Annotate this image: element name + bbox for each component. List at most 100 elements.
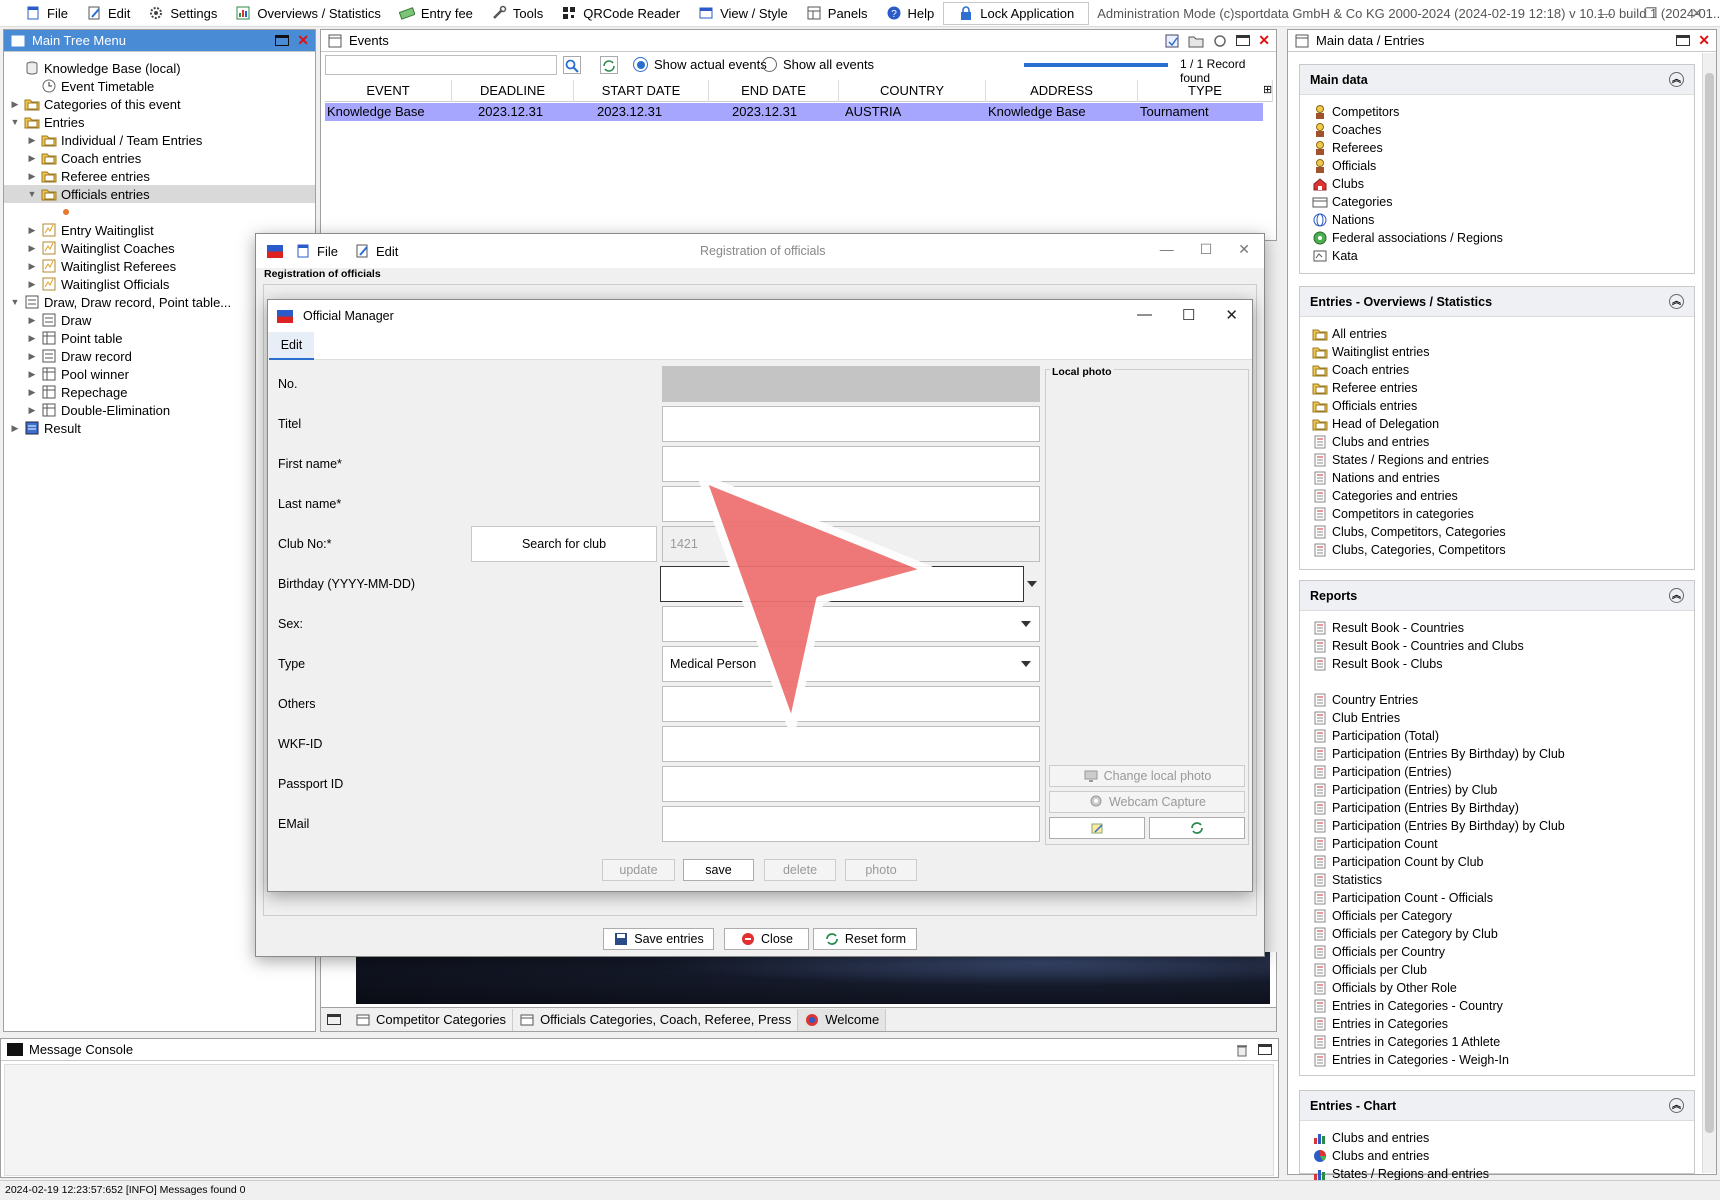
registration-close-button[interactable]: ✕	[1238, 241, 1250, 258]
tab-welcome[interactable]: Welcome	[798, 1008, 887, 1031]
tree-item[interactable]: ▶ Referee entries	[27, 167, 150, 185]
tab-edit[interactable]: Edit	[269, 332, 314, 360]
column-header[interactable]: END DATE	[709, 80, 839, 102]
maximize-console-icon[interactable]	[1258, 1044, 1272, 1055]
manager-maximize-button[interactable]: ☐	[1182, 306, 1195, 324]
expand-toggle-icon[interactable]: ▶	[27, 315, 37, 326]
section-header[interactable]: Entries - Chart ︽	[1300, 1091, 1694, 1121]
tree-item[interactable]: ▶ Draw	[27, 311, 92, 329]
list-item[interactable]: Participation (Entries By Birthday)	[1312, 799, 1519, 817]
photo-button[interactable]: photo	[845, 859, 917, 881]
section-header[interactable]: Main data ︽	[1300, 65, 1694, 95]
list-item[interactable]: Categories and entries	[1312, 487, 1458, 505]
close-events-icon[interactable]: ✕	[1258, 32, 1270, 49]
search-button[interactable]	[563, 56, 581, 74]
menu-panels[interactable]: Panels	[797, 0, 877, 27]
list-item[interactable]: States / Regions and entries	[1312, 451, 1489, 469]
list-item[interactable]: Entries in Categories 1 Athlete	[1312, 1033, 1500, 1051]
change-local-photo-button[interactable]: Change local photo	[1049, 765, 1245, 787]
list-item[interactable]: Officials	[1312, 157, 1376, 175]
list-item[interactable]: Participation Count	[1312, 835, 1438, 853]
tree-item[interactable]: ▼ Officials entries	[4, 185, 315, 203]
list-item[interactable]: Clubs	[1312, 175, 1364, 193]
expand-toggle-icon[interactable]: ▶	[27, 351, 37, 362]
tab-officials-categories[interactable]: Officials Categories, Coach, Referee, Pr…	[513, 1008, 799, 1031]
list-item[interactable]: Clubs and entries	[1312, 1147, 1429, 1165]
close-window-button[interactable]: ✕	[1674, 0, 1720, 27]
list-item[interactable]: Officials per Category	[1312, 907, 1452, 925]
dropdown-arrow-icon[interactable]	[1021, 661, 1031, 667]
tree-item[interactable]: ▶ Individual / Team Entries	[27, 131, 203, 149]
expand-toggle-icon[interactable]: ▶	[27, 243, 37, 254]
tree-item[interactable]: ▶ Categories of this event	[10, 95, 181, 113]
lock-application-button[interactable]: Lock Application	[943, 1, 1090, 25]
expand-toggle-icon[interactable]: ▶	[27, 369, 37, 380]
column-header[interactable]: EVENT	[325, 80, 452, 102]
menu-qrcode-reader[interactable]: QRCode Reader	[552, 0, 689, 27]
list-item[interactable]: Entries in Categories - Country	[1312, 997, 1503, 1015]
section-header[interactable]: Reports ︽	[1300, 581, 1694, 611]
column-chooser-icon[interactable]: ⊞	[1263, 83, 1272, 96]
tree-item[interactable]: ▶ Waitinglist Officials	[27, 275, 170, 293]
collapse-chevron-icon[interactable]: ︽	[1669, 588, 1684, 603]
refresh-icon[interactable]	[1212, 33, 1228, 49]
tree-item[interactable]: ▶ Double-Elimination	[27, 401, 171, 419]
menu-overviews-statistics[interactable]: Overviews / Statistics	[226, 0, 390, 27]
collapse-chevron-icon[interactable]: ︽	[1669, 294, 1684, 309]
expand-toggle-icon[interactable]: ▶	[27, 261, 37, 272]
photo-sync-button[interactable]	[1149, 817, 1245, 839]
registration-maximize-button[interactable]: ☐	[1200, 241, 1213, 258]
show-all-radio[interactable]: Show all events	[762, 57, 874, 72]
list-item[interactable]: Head of Delegation	[1312, 415, 1439, 433]
tree-item[interactable]: Event Timetable	[27, 77, 154, 95]
show-actual-radio[interactable]: Show actual events	[633, 57, 767, 72]
list-item[interactable]: Referees	[1312, 139, 1383, 157]
list-item[interactable]: Result Book - Clubs	[1312, 655, 1442, 673]
section-header[interactable]: Entries - Overviews / Statistics ︽	[1300, 287, 1694, 317]
list-item[interactable]: Coach entries	[1312, 361, 1409, 379]
tab-competitor-categories[interactable]: Competitor Categories	[349, 1008, 514, 1031]
list-item[interactable]: Coaches	[1312, 121, 1381, 139]
list-item[interactable]: Statistics	[1312, 871, 1382, 889]
menu-settings[interactable]: Settings	[139, 0, 226, 27]
update-button[interactable]: update	[602, 859, 675, 881]
menu-help[interactable]: ? Help	[877, 0, 944, 27]
tree-item[interactable]: Knowledge Base (local)	[10, 59, 181, 77]
menu-edit[interactable]: Edit	[77, 0, 139, 27]
search-for-club-button[interactable]: Search for club	[471, 526, 657, 562]
tree-item[interactable]: ▶ Pool winner	[27, 365, 129, 383]
expand-toggle-icon[interactable]: ▶	[10, 423, 20, 434]
right-scrollbar[interactable]	[1702, 53, 1716, 1173]
close-dialog-button[interactable]: Close	[724, 928, 809, 950]
tree-item[interactable]: ▶ Draw record	[27, 347, 132, 365]
expand-toggle-icon[interactable]: ▶	[27, 153, 37, 164]
list-item[interactable]: Officials by Other Role	[1312, 979, 1457, 997]
list-item[interactable]: Clubs, Categories, Competitors	[1312, 541, 1506, 559]
column-header[interactable]: START DATE	[574, 80, 709, 102]
list-item[interactable]: Kata	[1312, 247, 1358, 265]
registration-edit-menu[interactable]: Edit	[354, 243, 398, 259]
menu-entry-fee[interactable]: Entry fee	[390, 0, 482, 27]
minimize-window-button[interactable]: —	[1582, 0, 1628, 27]
column-header[interactable]: DEADLINE	[452, 80, 574, 102]
list-item[interactable]: Clubs and entries	[1312, 433, 1429, 451]
expand-toggle-icon[interactable]: ▶	[27, 387, 37, 398]
list-item[interactable]: Competitors in categories	[1312, 505, 1474, 523]
list-item[interactable]: Participation (Entries By Birthday) by C…	[1312, 745, 1565, 763]
passport-input[interactable]	[662, 766, 1040, 802]
expand-toggle-icon[interactable]: ▶	[10, 99, 20, 110]
expand-toggle-icon[interactable]: ▶	[27, 225, 37, 236]
menu-view-style[interactable]: View / Style	[689, 0, 797, 27]
close-main-data-icon[interactable]: ✕	[1698, 32, 1710, 49]
save-entries-button[interactable]: Save entries	[603, 928, 714, 950]
delete-button[interactable]: delete	[764, 859, 836, 881]
expand-toggle-icon[interactable]: ▶	[27, 135, 37, 146]
list-item[interactable]: All entries	[1312, 325, 1387, 343]
tree-item[interactable]	[44, 203, 78, 221]
list-item[interactable]: Participation (Entries)	[1312, 763, 1452, 781]
expand-toggle-icon[interactable]: ▶	[27, 333, 37, 344]
expand-toggle-icon[interactable]: ▼	[10, 117, 20, 127]
column-header[interactable]: ADDRESS	[986, 80, 1138, 102]
list-item[interactable]: Waitinglist entries	[1312, 343, 1430, 361]
column-header[interactable]: COUNTRY	[839, 80, 986, 102]
